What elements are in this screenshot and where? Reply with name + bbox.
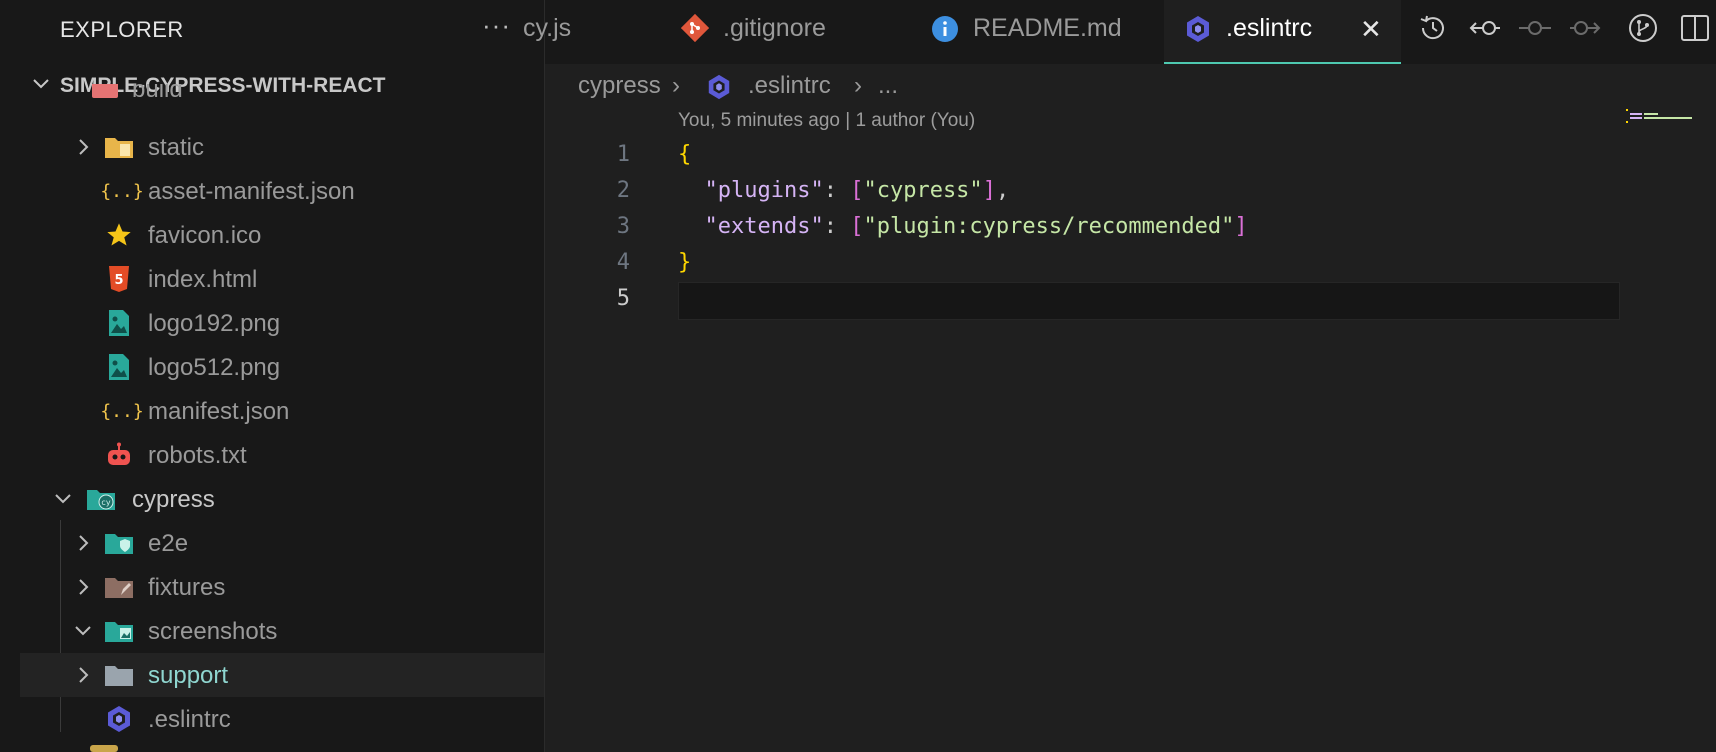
split-editor-icon[interactable] [1679, 12, 1711, 44]
code-line-4[interactable]: } [678, 250, 691, 275]
explorer-more-actions-button[interactable]: ··· [482, 10, 511, 41]
breadcrumb-more[interactable]: ... [878, 72, 898, 100]
chevron-down-icon [55, 494, 71, 504]
breadcrumb-separator: › [854, 72, 862, 99]
line-number: 2 [616, 178, 630, 203]
tab-label: cy.js [523, 14, 572, 42]
timeline-icon[interactable] [1417, 12, 1449, 44]
tab-label: README.md [973, 14, 1122, 42]
image-icon [104, 353, 134, 381]
git-blame-codelens[interactable]: You, 5 minutes ago | 1 author (You) [678, 110, 975, 132]
tree-item-label: asset-manifest.json [148, 178, 355, 205]
explorer-sidebar: EXPLORER ··· SIMPLE-CYPRESS-WITH-REACT b… [20, 0, 545, 752]
tree-item-cypress[interactable]: cy cypress [20, 477, 544, 521]
explorer-title: EXPLORER [60, 17, 184, 42]
next-item-icon [90, 745, 118, 752]
eslint-icon [1187, 16, 1209, 42]
chevron-down-icon [75, 626, 91, 636]
eslint-icon [708, 74, 730, 100]
tree-item-label: fixtures [148, 574, 226, 601]
breadcrumb-file[interactable]: .eslintrc [748, 72, 831, 100]
tree-item-static[interactable]: static [20, 125, 544, 169]
code-line-1[interactable]: { [678, 142, 691, 167]
current-line-highlight [678, 282, 1620, 320]
line-number: 4 [616, 250, 630, 275]
tree-item-support[interactable]: support [20, 653, 544, 697]
tree-item-label: cypress [132, 486, 215, 513]
tree-item-label: index.html [148, 266, 258, 293]
breadcrumb-folder[interactable]: cypress [578, 72, 661, 100]
chevron-right-icon [79, 139, 89, 155]
tree-item-label: e2e [148, 530, 189, 557]
tree-item-label: logo512.png [148, 354, 281, 381]
tree-item-screenshots[interactable]: screenshots [20, 609, 544, 653]
screenshots-folder-icon [104, 617, 134, 645]
fixtures-folder-icon [104, 573, 134, 601]
tab-eslintrc[interactable]: .eslintrc ✕ [1164, 0, 1401, 64]
tree-item-asset-manifest[interactable]: {..} asset-manifest.json [20, 169, 544, 213]
tree-item-manifest[interactable]: {..} manifest.json [20, 389, 544, 433]
svg-text:5: 5 [114, 273, 123, 288]
tab-readme[interactable]: README.md [905, 0, 1145, 64]
chevron-right-icon [79, 579, 89, 595]
code-line-2[interactable]: "plugins": ["cypress"], [678, 178, 1010, 203]
cypress-folder-icon: cy [86, 485, 116, 513]
chevron-right-icon [79, 535, 89, 551]
tab-close-button[interactable]: ✕ [1360, 14, 1382, 45]
line-number: 5 [616, 286, 630, 311]
activity-bar [0, 0, 20, 752]
tab-gitignore[interactable]: .gitignore [655, 0, 875, 64]
chevron-right-icon [79, 667, 89, 683]
folder-icon [104, 661, 134, 689]
code-line-3[interactable]: "extends": ["plugin:cypress/recommended"… [678, 214, 1248, 239]
tree-item-build[interactable]: build [20, 84, 544, 114]
tree-item-label: screenshots [148, 618, 278, 645]
tree-item-index-html[interactable]: 5 index.html [20, 257, 544, 301]
next-change-icon[interactable] [1567, 12, 1603, 44]
tree-item-logo192[interactable]: logo192.png [20, 301, 544, 345]
active-tab-indicator [1164, 62, 1401, 64]
git-icon [681, 14, 709, 42]
e2e-folder-icon [104, 529, 134, 557]
tree-item-label: .eslintrc [148, 706, 231, 733]
html-icon: 5 [104, 265, 134, 293]
image-icon [104, 309, 134, 337]
tree-item-label: static [148, 134, 205, 161]
tree-item-eslintrc[interactable]: .eslintrc [20, 697, 544, 741]
tree-item-label: robots.txt [148, 442, 247, 469]
tree-item-logo512[interactable]: logo512.png [20, 345, 544, 389]
tab-label: .gitignore [723, 14, 826, 42]
json-icon: {..} [100, 180, 144, 202]
tree-item-label: favicon.ico [148, 222, 262, 249]
tree-item-fixtures[interactable]: fixtures [20, 565, 544, 609]
minimap[interactable] [1624, 108, 1714, 124]
tree-item-label: manifest.json [148, 398, 290, 425]
git-graph-icon[interactable] [1627, 12, 1659, 44]
tree-item-label: logo192.png [148, 310, 281, 337]
svg-text:cy: cy [101, 498, 110, 507]
robot-icon [104, 441, 134, 469]
previous-change-icon[interactable] [1467, 12, 1503, 44]
json-icon: {..} [100, 400, 144, 422]
eslint-icon [104, 705, 134, 733]
folder-icon [104, 133, 134, 161]
line-number: 3 [616, 214, 630, 239]
tree-item-favicon[interactable]: favicon.ico [20, 213, 544, 257]
tree-item-label: support [148, 662, 229, 689]
info-icon [932, 16, 958, 42]
tree-item-robots[interactable]: robots.txt [20, 433, 544, 477]
tab-cy-js[interactable]: cy.js [523, 0, 645, 64]
breadcrumb-separator: › [672, 72, 680, 99]
tree-item-label: build [132, 84, 183, 103]
commit-icon[interactable] [1517, 12, 1553, 44]
line-number: 1 [616, 142, 630, 167]
star-icon [104, 221, 134, 249]
build-folder-icon [90, 84, 120, 102]
editor-tab-bar: cy.js .gitignore README.md .eslintrc ✕ [523, 0, 1716, 64]
tree-item-e2e[interactable]: e2e [20, 521, 544, 565]
tab-label: .eslintrc [1226, 14, 1313, 42]
